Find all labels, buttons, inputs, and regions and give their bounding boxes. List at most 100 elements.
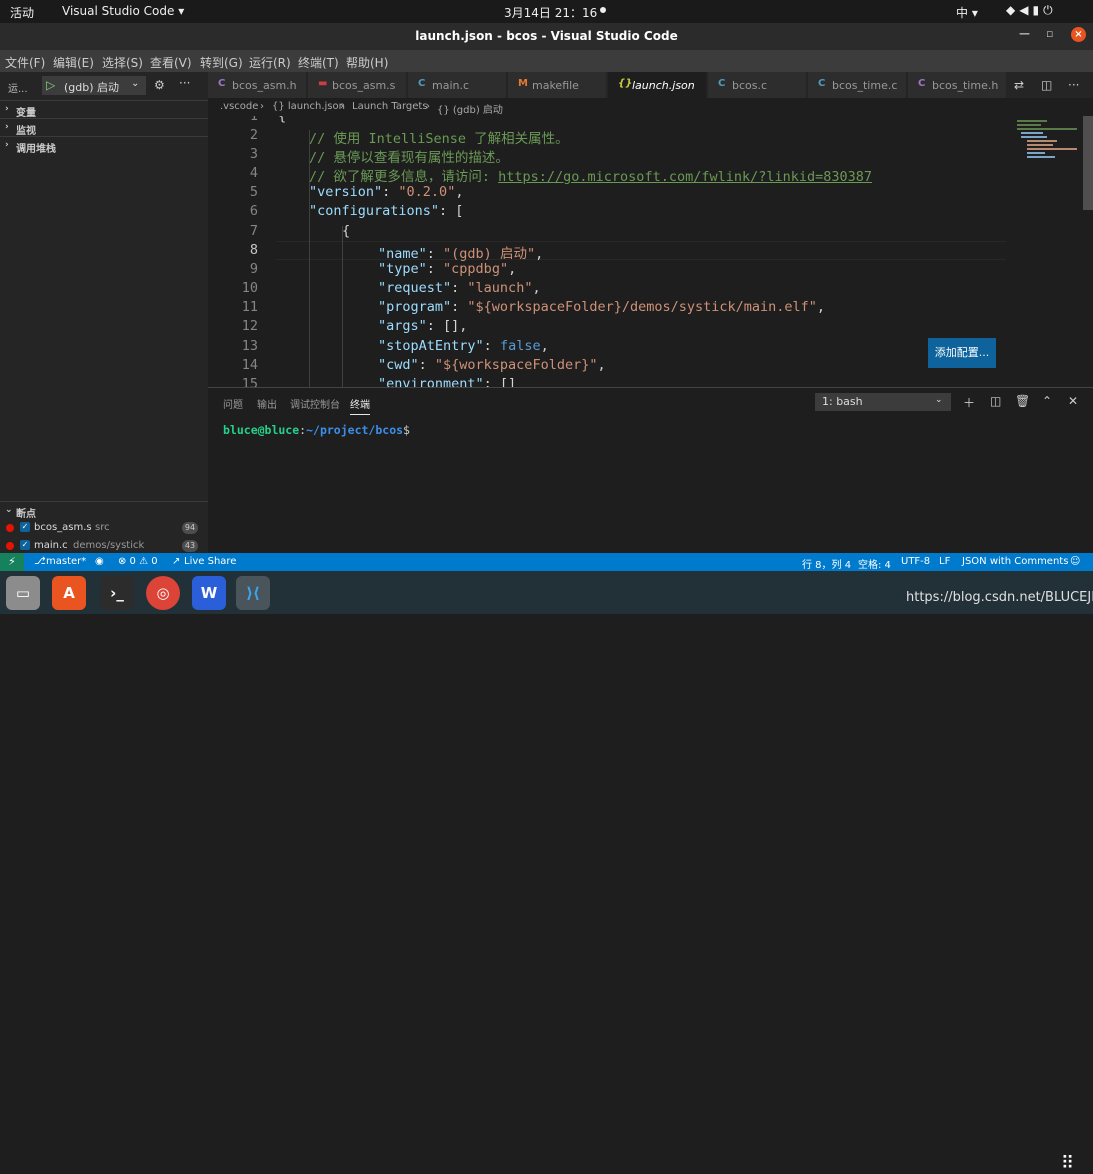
menu-edit[interactable]: 编辑(E) [53, 54, 94, 71]
section-label: 变量 [16, 108, 36, 119]
menu-view[interactable]: 查看(V) [150, 54, 192, 71]
close-window-button[interactable]: × [1071, 27, 1086, 42]
clock[interactable]: 3月14日 21：16 [504, 4, 597, 21]
code-comment: // 欲了解更多信息，请访问: [309, 169, 499, 185]
section-callstack[interactable]: › 调用堆栈 [0, 136, 208, 155]
code-token: { [342, 223, 351, 239]
menu-file[interactable]: 文件(F) [5, 54, 45, 71]
terminal-icon[interactable]: ›_ [100, 576, 134, 610]
feedback-icon[interactable]: ☺ [1070, 556, 1080, 567]
prompt-user: bluce@bluce [223, 423, 300, 437]
section-watch[interactable]: › 监视 [0, 118, 208, 137]
c-file-icon: C [418, 78, 426, 89]
tab-bcos-time-h[interactable]: Cbcos_time.h [908, 72, 1007, 98]
minimize-icon[interactable]: — [1019, 27, 1030, 40]
tab-bcos-time-c[interactable]: Cbcos_time.c [808, 72, 907, 98]
menu-run[interactable]: 运行(R) [249, 54, 291, 71]
vscode-icon[interactable]: ⟩⟨ [236, 576, 270, 610]
eol-status[interactable]: LF [939, 556, 950, 567]
breakpoint-checkbox[interactable]: ✓ [20, 522, 30, 532]
json-key: "type" [378, 261, 427, 277]
power-icon: ⏻ [1043, 3, 1057, 17]
line-number: 4 [249, 165, 258, 181]
breadcrumb-item[interactable]: Launch Targets [352, 101, 428, 112]
add-configuration-button[interactable]: 添加配置... [928, 338, 996, 368]
close-panel-icon[interactable]: ✕ [1068, 394, 1078, 408]
menu-terminal[interactable]: 终端(T) [298, 54, 339, 71]
menu-go[interactable]: 转到(G) [200, 54, 243, 71]
encoding-status[interactable]: UTF-8 [901, 556, 930, 567]
software-store-icon[interactable]: A [52, 576, 86, 610]
breadcrumb-item[interactable]: .vscode [220, 101, 258, 112]
section-variables[interactable]: › 变量 [0, 100, 208, 119]
sidebar-header: 运... ▷ (gdb) 启动 ⌄ ⚙ ··· [0, 72, 208, 100]
tab-bcos-asm-h[interactable]: Cbcos_asm.h [208, 72, 307, 98]
language-mode[interactable]: JSON with Comments [962, 556, 1068, 567]
split-editor-icon[interactable]: ◫ [1041, 78, 1052, 92]
show-apps-icon[interactable]: ⠿ [1061, 1153, 1074, 1174]
branch-status[interactable]: master* [46, 556, 86, 567]
new-terminal-icon[interactable]: ＋ [963, 394, 975, 411]
compare-icon[interactable]: ⇄ [1014, 78, 1024, 92]
terminal-select[interactable]: 1: bash ⌄ [815, 393, 951, 411]
prompt-symbol: $ [403, 423, 410, 437]
indent-status[interactable]: 空格: 4 [858, 556, 891, 571]
c-header-icon: C [918, 78, 926, 89]
chrome-icon[interactable]: ◎ [146, 576, 180, 610]
chevron-down-icon: ⌄ [935, 395, 943, 405]
gear-icon[interactable]: ⚙ [154, 78, 165, 92]
editor-tabs: Cbcos_asm.h ▬ bcos_asm.s Cmain.c Mmakefil… [208, 72, 1093, 98]
branch-icon: ⎇ [34, 556, 46, 567]
menu-selection[interactable]: 选择(S) [102, 54, 143, 71]
start-debug-icon[interactable]: ▷ [46, 78, 55, 92]
tab-launch-json[interactable]: {} launch.json [608, 72, 707, 98]
menu-help[interactable]: 帮助(H) [346, 54, 388, 71]
debug-config-select[interactable]: ▷ (gdb) 启动 ⌄ [42, 76, 146, 95]
activities-button[interactable]: 活动 [10, 4, 34, 21]
panel-tab-terminal[interactable]: 终端 [350, 396, 370, 415]
tab-bcos-c[interactable]: Cbcos.c [708, 72, 807, 98]
more-actions-icon[interactable]: ··· [179, 76, 190, 90]
breadcrumb: .vscode › {} launch.json › Launch Target… [208, 98, 1093, 116]
editor-scrollbar[interactable] [1083, 116, 1093, 210]
minimap[interactable] [1013, 116, 1081, 166]
remote-icon[interactable]: ⚡ [0, 553, 24, 571]
terminal-prompt[interactable]: bluce@bluce:~/project/bcos$ [223, 423, 410, 437]
files-icon[interactable]: ▭ [6, 576, 40, 610]
problems-status[interactable]: ⊗ 0 ⚠ 0 [118, 556, 158, 567]
app-menu[interactable]: Visual Studio Code ▾ [62, 4, 184, 18]
tab-bcos-asm-s[interactable]: ▬ bcos_asm.s [308, 72, 407, 98]
breadcrumb-item[interactable]: {} launch.json [272, 101, 345, 112]
panel-tab-problems[interactable]: 问题 [223, 396, 243, 411]
trash-icon[interactable]: 🗑 [1015, 394, 1030, 408]
window-titlebar: launch.json - bcos - Visual Studio Code … [0, 23, 1093, 50]
code-line: "environment": [] [378, 376, 516, 387]
tab-label: bcos_time.c [832, 79, 898, 92]
breakpoint-checkbox[interactable]: ✓ [20, 540, 30, 550]
makefile-icon: M [518, 78, 528, 89]
tab-main-c[interactable]: Cmain.c [408, 72, 507, 98]
breakpoint-item[interactable]: ✓ bcos_asm.s src 94 [0, 519, 208, 537]
eye-icon[interactable]: ◉ [95, 556, 104, 567]
maximize-icon[interactable]: ▫ [1046, 27, 1053, 40]
fwlink-link[interactable]: https://go.microsoft.com/fwlink/?linkid=… [498, 169, 872, 185]
more-actions-icon[interactable]: ··· [1068, 78, 1079, 92]
panel-tab-output[interactable]: 输出 [257, 396, 277, 411]
json-key: "args" [378, 318, 427, 334]
system-tray[interactable]: ◆◀▮⏻ [1006, 3, 1057, 18]
split-terminal-icon[interactable]: ◫ [990, 394, 1001, 408]
breakpoint-line-badge: 43 [182, 540, 198, 552]
cursor-position[interactable]: 行 8，列 4 [802, 556, 851, 571]
maximize-panel-icon[interactable]: ⌃ [1042, 394, 1052, 408]
wps-icon[interactable]: W [192, 576, 226, 610]
bottom-panel: 问题 输出 调试控制台 终端 1: bash ⌄ ＋ ◫ 🗑 ⌃ ✕ bluce… [208, 387, 1093, 553]
live-share-button[interactable]: Live Share [184, 556, 236, 567]
json-boolean: false [499, 338, 541, 354]
tab-makefile[interactable]: Mmakefile [508, 72, 607, 98]
input-method-menu[interactable]: 中 ▾ [956, 4, 978, 21]
panel-tab-debug-console[interactable]: 调试控制台 [290, 396, 340, 411]
section-breakpoints[interactable]: ⌄ 断点 [0, 501, 208, 520]
code-token: : [], [426, 318, 468, 334]
tab-label: bcos_asm.h [232, 79, 297, 92]
breadcrumb-item[interactable]: {} (gdb) 启动 [437, 101, 503, 116]
